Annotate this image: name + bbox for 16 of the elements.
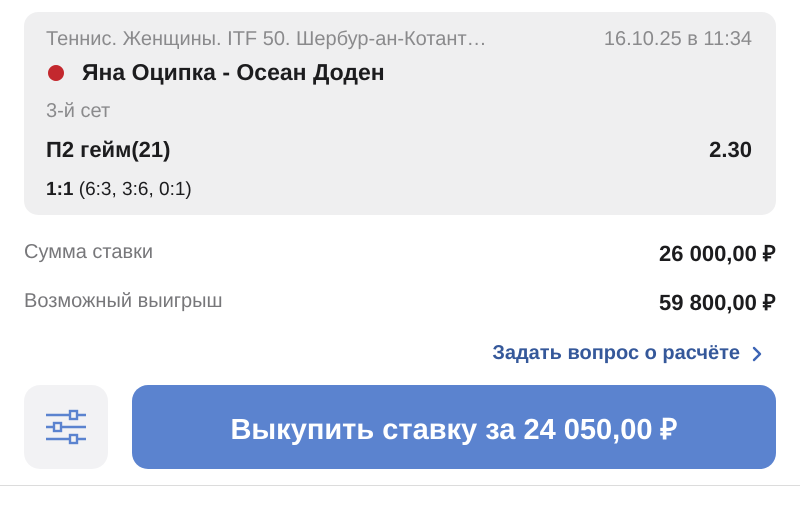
match-title: Яна Оципка - Осеан Доден	[82, 59, 385, 86]
summary-label: Сумма ставки	[24, 240, 154, 264]
odds-value: 2.30	[709, 137, 752, 163]
summary-value: 26 000,00 ₽	[659, 240, 776, 267]
sliders-icon	[46, 409, 86, 445]
tournament-name: Теннис. Женщины. ITF 50. Шербур-ан-Котант…	[46, 28, 487, 51]
settings-button[interactable]	[24, 385, 108, 469]
event-datetime: 16.10.25 в 11:34	[604, 28, 752, 51]
question-link[interactable]: Задать вопрос о расчёте	[492, 342, 762, 365]
market-name: П2 гейм(21)	[46, 137, 170, 163]
match-score: 1:1 (6:3, 3:6, 0:1)	[46, 179, 193, 201]
chevron-icon	[752, 346, 762, 362]
summary-value: 59 800,00 ₽	[659, 289, 776, 316]
summary-label: Возможный выигрыш	[24, 290, 223, 312]
period-label: 3-й сет	[46, 100, 112, 123]
cashout-button[interactable]: Выкупить ставку за 24 050,00 ₽	[132, 385, 776, 469]
